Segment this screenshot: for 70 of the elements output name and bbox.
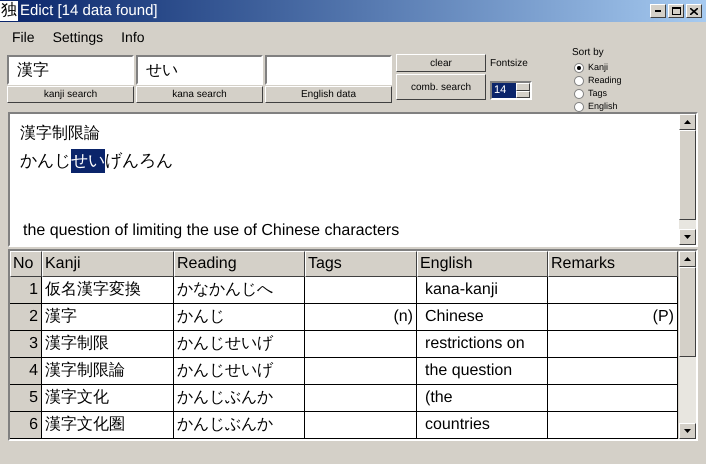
minimize-icon [655, 10, 661, 12]
app-icon: 独 [0, 1, 18, 21]
minimize-button[interactable] [650, 4, 666, 18]
radio-button[interactable] [574, 76, 584, 86]
radio-label[interactable]: Tags [588, 86, 608, 100]
table-cell: 漢字制限 [42, 331, 174, 358]
table-cell: 漢字文化圏 [42, 412, 174, 439]
close-button[interactable] [686, 4, 702, 18]
row-number: 3 [10, 331, 42, 358]
table-cell: 漢字制限論 [42, 358, 174, 385]
scroll-thumb[interactable] [679, 267, 696, 357]
table-cell: かんじ [174, 304, 305, 331]
window-title: Edict [14 data found] [20, 0, 159, 21]
table-cell: (P) [548, 304, 678, 331]
table-cell: かんじせいげ [174, 358, 305, 385]
maximize-button[interactable] [668, 4, 684, 18]
column-header[interactable]: Remarks [548, 251, 678, 277]
radio-label[interactable]: Reading [588, 74, 622, 88]
table-cell: kana-kanji [417, 277, 548, 304]
search-button[interactable]: English data [265, 86, 392, 103]
column-header[interactable]: Kanji [42, 251, 174, 277]
fontsize-spinner[interactable]: 14 [490, 81, 532, 100]
menu-item[interactable]: Settings [52, 26, 104, 48]
table-cell: かなかんじへ [174, 277, 305, 304]
column-header[interactable]: No [10, 251, 42, 277]
table-cell: (n) [305, 304, 417, 331]
search-button[interactable]: kanji search [7, 86, 134, 103]
detail-english: the question of limiting the use of Chinese characters [23, 221, 400, 241]
table-cell: Chinese [417, 304, 548, 331]
column-header[interactable]: Tags [305, 251, 417, 277]
table-cell: かんじせいげ [174, 331, 305, 358]
search-field[interactable] [265, 55, 392, 85]
comb-search-button[interactable]: comb. search [396, 74, 486, 100]
table-cell: the question [417, 358, 548, 385]
spin-up-icon[interactable] [516, 83, 530, 90]
radio-button[interactable] [574, 102, 584, 112]
row-number: 6 [10, 412, 42, 439]
search-field[interactable]: せい [136, 55, 263, 85]
table-cell: かんじぶんか [174, 385, 305, 412]
detail-reading: かんじせいげんろん [20, 149, 679, 173]
scrollbar[interactable] [679, 114, 696, 245]
table-cell: 漢字文化 [42, 385, 174, 412]
radio-label[interactable]: English [588, 100, 618, 114]
table-cell: (the [417, 385, 548, 412]
radio-label[interactable]: Kanji [588, 60, 608, 74]
row-number: 4 [10, 358, 42, 385]
menu-item[interactable]: Info [121, 26, 145, 48]
row-number: 1 [10, 277, 42, 304]
table-cell: 仮名漢字変換 [42, 277, 174, 304]
column-header[interactable]: English [417, 251, 548, 277]
fontsize-label: Fontsize [490, 57, 529, 71]
scrollbar[interactable] [679, 251, 696, 439]
close-icon [690, 8, 698, 14]
maximize-icon [672, 7, 680, 15]
clear-button[interactable]: clear [396, 54, 486, 72]
search-field[interactable]: 漢字 [7, 55, 134, 85]
row-number: 2 [10, 304, 42, 331]
table-cell: 漢字 [42, 304, 174, 331]
detail-kanji: 漢字制限論 [20, 124, 101, 144]
radio-button[interactable] [574, 62, 584, 72]
scroll-thumb[interactable] [679, 130, 696, 220]
menu-item[interactable]: File [12, 26, 35, 48]
sort-by-label: Sort by [572, 46, 605, 60]
table-cell: restrictions on [417, 331, 548, 358]
table-cell: かんじぶんか [174, 412, 305, 439]
column-header[interactable]: Reading [174, 251, 305, 277]
search-button[interactable]: kana search [136, 86, 263, 103]
row-number: 5 [10, 385, 42, 412]
radio-button[interactable] [574, 88, 584, 98]
table-cell: countries [417, 412, 548, 439]
